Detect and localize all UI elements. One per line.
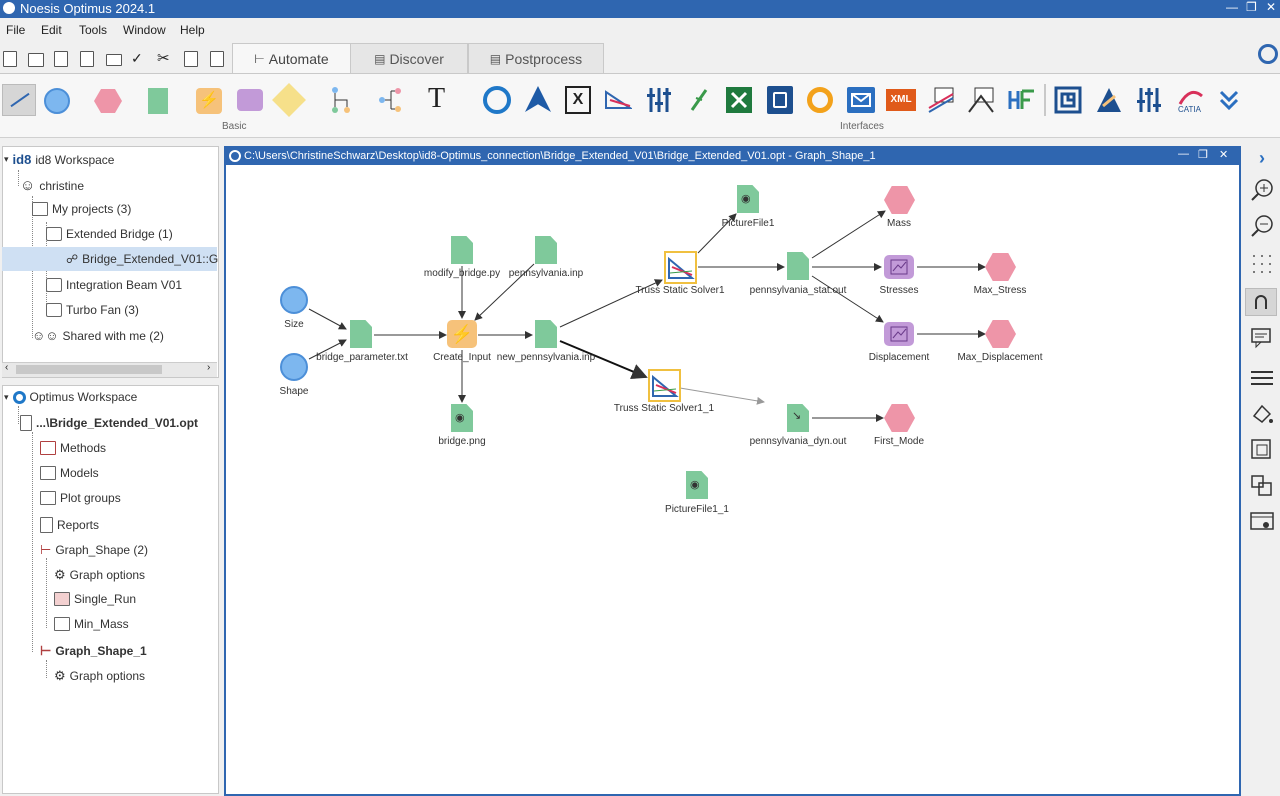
node-pennsylvania-dyn-out[interactable]: ↘ bbox=[787, 404, 809, 432]
node-label-modify-bridge: modify_bridge.py bbox=[423, 268, 501, 279]
node-picturefile1[interactable]: ◉ bbox=[737, 185, 759, 213]
node-label-max-stress: Max_Stress bbox=[973, 285, 1027, 296]
node-label-picturefile1: PictureFile1 bbox=[721, 218, 775, 229]
graph-edges bbox=[308, 210, 986, 422]
node-size[interactable] bbox=[280, 286, 308, 314]
arrange-icon[interactable] bbox=[1250, 474, 1274, 496]
camera-icon: ◉ bbox=[741, 193, 751, 205]
node-bridge-png[interactable]: ◉ bbox=[451, 404, 473, 432]
node-pennsylvania-stat-out[interactable] bbox=[787, 252, 809, 280]
node-label-stat-out: pennsylvania_stat.out bbox=[749, 285, 847, 296]
node-label-mass: Mass bbox=[887, 218, 911, 229]
comment-icon[interactable] bbox=[1250, 326, 1274, 349]
right-tool-sidebar bbox=[1242, 146, 1280, 793]
camera-icon: ◉ bbox=[690, 479, 700, 491]
node-label-max-displacement: Max_Displacement bbox=[957, 352, 1043, 363]
snap-magnet-icon[interactable] bbox=[1245, 288, 1277, 316]
edge-stat-to-displacement bbox=[811, 275, 884, 323]
node-pennsylvania-inp[interactable] bbox=[535, 236, 557, 264]
node-label-first-mode: First_Mode bbox=[873, 436, 925, 447]
node-picturefile1-1[interactable]: ◉ bbox=[686, 471, 708, 499]
paint-fill-icon[interactable] bbox=[1250, 402, 1274, 424]
edge-size-to-param bbox=[308, 308, 347, 330]
camera-icon: ◉ bbox=[455, 412, 465, 424]
node-bridge-parameter[interactable] bbox=[350, 320, 372, 348]
node-label-truss1-1: Truss Static Solver1_1 bbox=[613, 403, 715, 414]
node-label-dyn-out: pennsylvania_dyn.out bbox=[749, 436, 847, 447]
cursor-icon: ↘ bbox=[792, 410, 802, 422]
edge-truss1-1-to-dyn bbox=[679, 387, 765, 405]
menu-lines-icon[interactable] bbox=[1250, 366, 1274, 388]
node-label-bridge-png: bridge.png bbox=[438, 436, 486, 447]
zoom-in-icon[interactable] bbox=[1250, 178, 1274, 201]
node-modify-bridge[interactable] bbox=[451, 236, 473, 264]
node-stresses[interactable] bbox=[884, 255, 914, 279]
node-truss-static-solver1-1[interactable] bbox=[648, 369, 681, 402]
node-displacement[interactable] bbox=[884, 322, 914, 346]
node-label-new-pennsylvania: new_pennsylvania.inp bbox=[496, 352, 596, 363]
node-label-picturefile1-1: PictureFile1_1 bbox=[665, 504, 729, 515]
node-label-shape: Shape bbox=[279, 386, 309, 397]
node-shape[interactable] bbox=[280, 353, 308, 381]
node-label-size: Size bbox=[284, 319, 304, 330]
node-create-input[interactable]: ⚡ bbox=[447, 320, 477, 348]
node-label-pennsylvania-inp: pennsylvania.inp bbox=[508, 268, 584, 279]
preview-icon[interactable] bbox=[1250, 510, 1274, 532]
node-label-stresses: Stresses bbox=[879, 285, 919, 296]
zoom-out-icon[interactable] bbox=[1250, 214, 1274, 237]
grid-dots-icon[interactable] bbox=[1250, 252, 1274, 274]
node-label-truss1: Truss Static Solver1 bbox=[635, 285, 725, 296]
node-label-displacement: Displacement bbox=[868, 352, 930, 363]
node-new-pennsylvania[interactable] bbox=[535, 320, 557, 348]
node-label-bridge-parameter: bridge_parameter.txt bbox=[316, 352, 408, 363]
collapse-chevron-icon[interactable]: › bbox=[1250, 148, 1274, 170]
layer-icon[interactable] bbox=[1250, 438, 1274, 460]
node-label-create-input: Create_Input bbox=[433, 352, 491, 363]
node-truss-static-solver1[interactable] bbox=[664, 251, 697, 284]
edge-stat-to-mass bbox=[811, 210, 886, 259]
